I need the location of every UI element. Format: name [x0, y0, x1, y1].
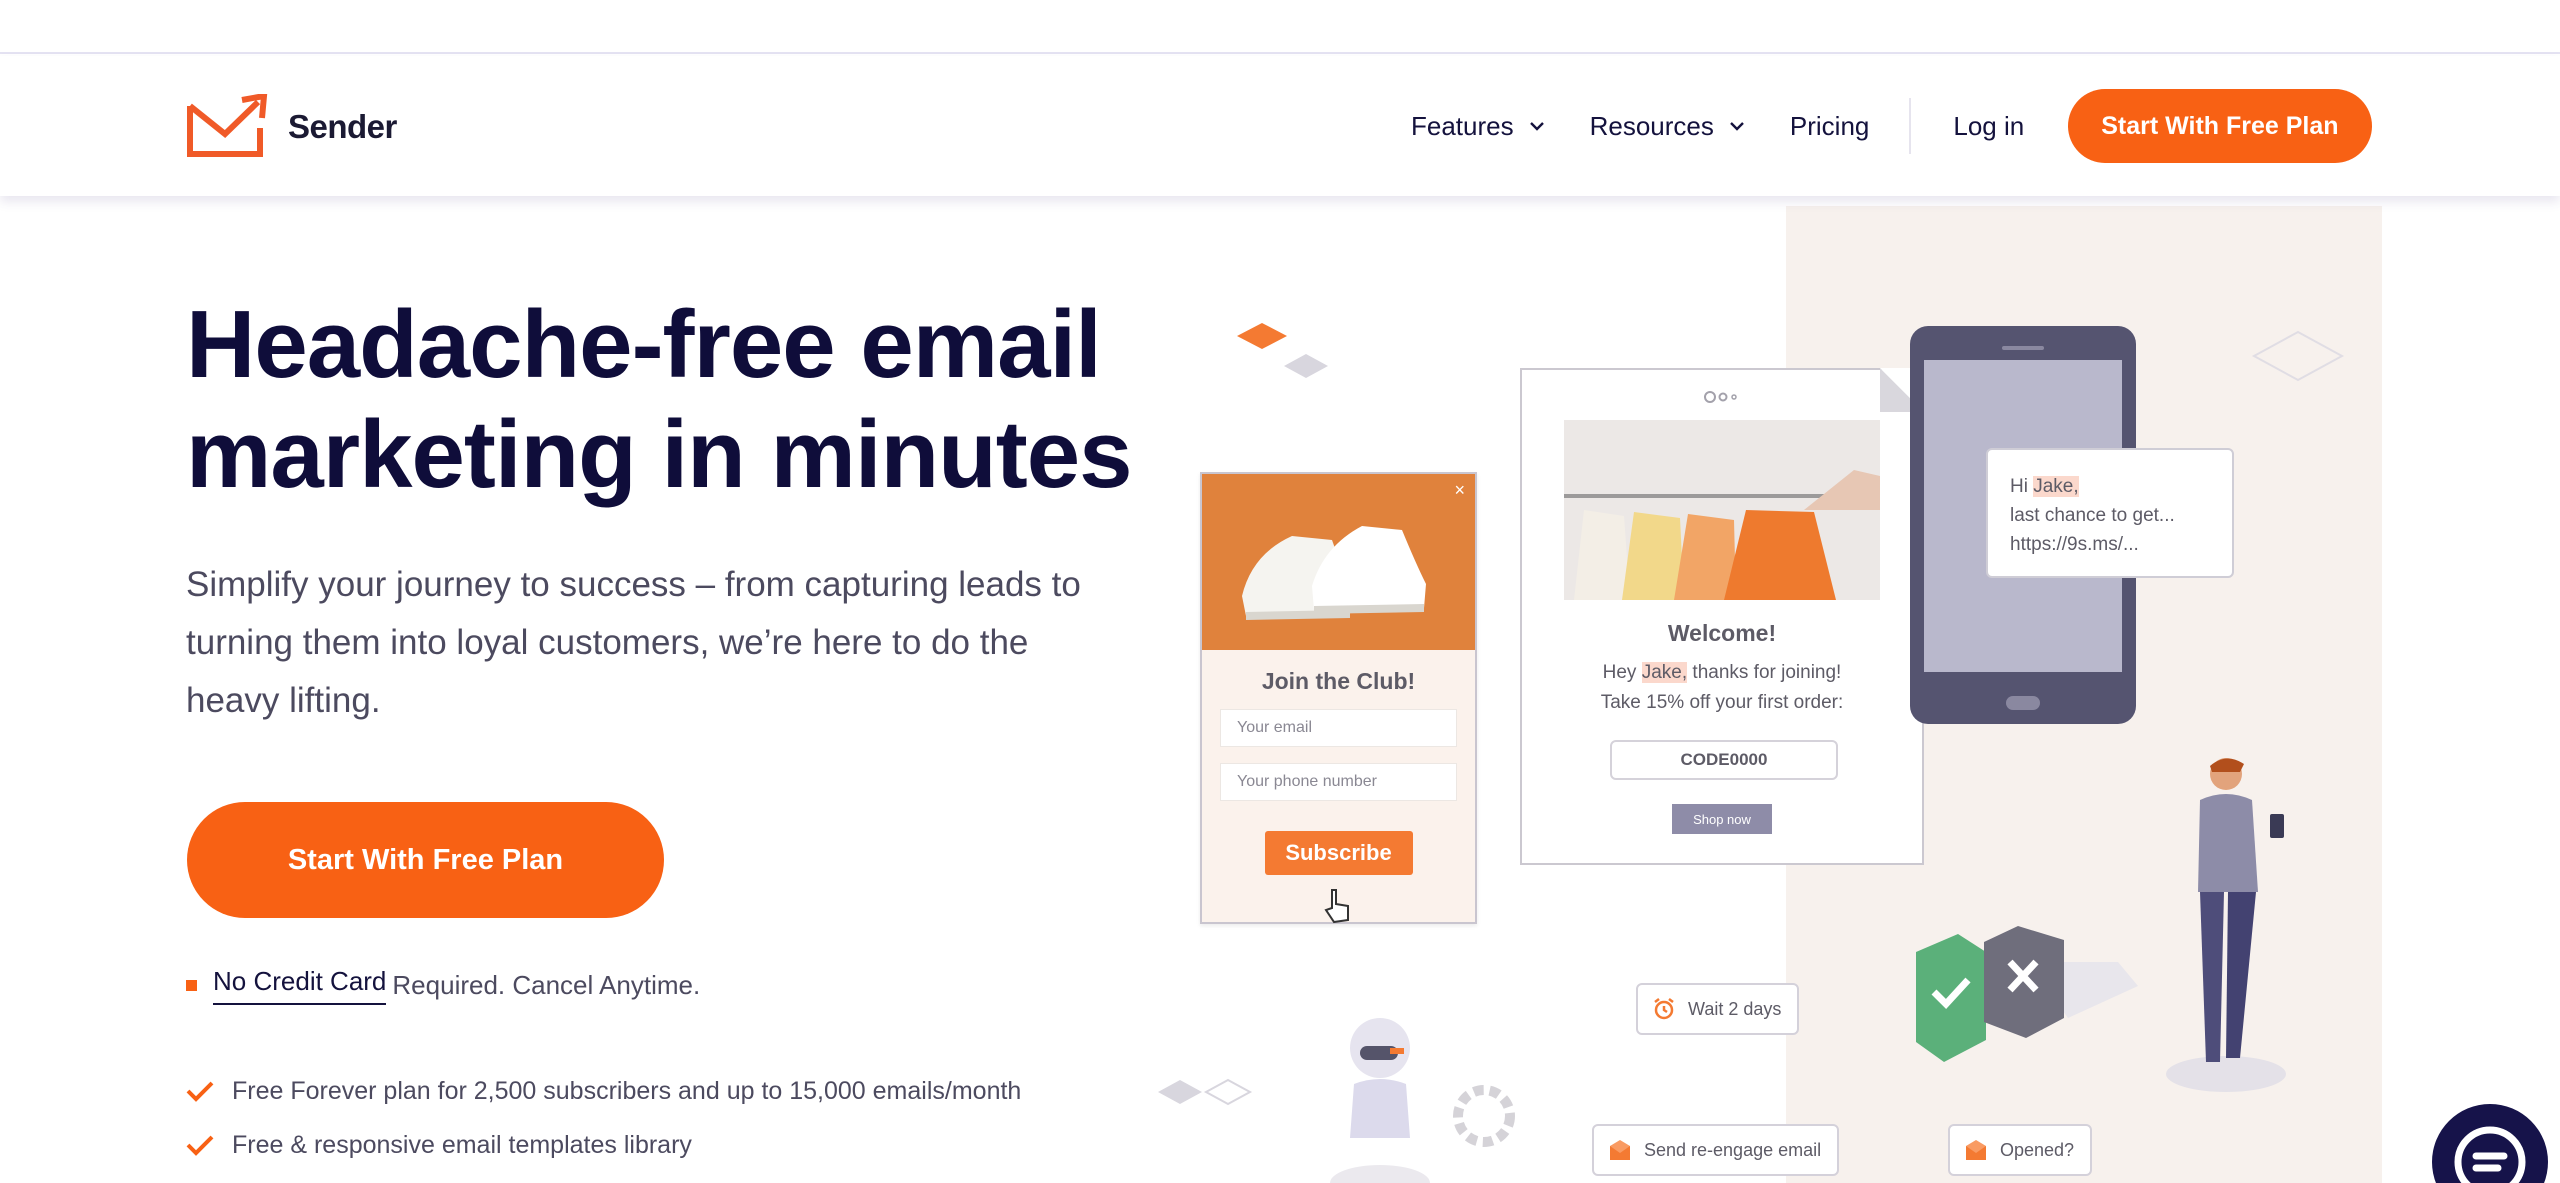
nav-divider [1909, 98, 1912, 154]
header-cta-button[interactable]: Start With Free Plan [2068, 89, 2372, 163]
opened-label: Opened? [2000, 1139, 2075, 1160]
wait-2-days-label: Wait 2 days [1688, 998, 1782, 1019]
hero-subtitle: Simplify your journey to success – from … [186, 565, 1081, 720]
no-credit-card-rest: Required. Cancel Anytime. [392, 970, 701, 1000]
decorative-diamonds-icon [1158, 1078, 1253, 1106]
nav-features[interactable]: Features [1411, 111, 1546, 142]
logo-text: Sender [288, 108, 397, 145]
hand-cursor-icon [1324, 889, 1349, 924]
chevron-down-icon [1529, 122, 1544, 131]
email-msg-hey: Hey [1602, 662, 1642, 683]
clothes-rack-image [1564, 420, 1880, 600]
alarm-clock-icon [1654, 998, 1674, 1020]
send-reengage-email-step: Send re-engage email [1592, 1124, 1840, 1176]
site-header: Sender Features Resources Pricing Log in… [0, 56, 2560, 196]
opened-step: Opened? [1948, 1124, 2093, 1176]
sms-name: Jake, [2033, 476, 2079, 497]
sneakers-icon [1242, 526, 1426, 620]
email-msg-line2: Take 15% off your first order: [1600, 692, 1844, 713]
chevron-down-icon [1730, 122, 1744, 131]
sms-hi: Hi [2010, 476, 2034, 497]
checkmark-icon [186, 1135, 214, 1156]
hero-title-line-2: marketing in minutes [186, 401, 1133, 508]
feature-item: Free & responsive email templates librar… [186, 1118, 1021, 1172]
popup-title: Join the Club! [1261, 668, 1416, 694]
nav-features-label: Features [1411, 110, 1514, 141]
email-message: Hey Jake, thanks for joining! Take 15% o… [1522, 658, 1922, 718]
signup-popup: × Join the Club! Your email Your phone n… [1200, 472, 1477, 924]
email-msg-rest: thanks for joining! [1687, 662, 1842, 683]
send-reengage-email-label: Send re-engage email [1644, 1139, 1822, 1160]
feature-text: Free Forever plan for 2,500 subscribers … [232, 1076, 1022, 1105]
decorative-diamonds-icon [1237, 323, 1328, 378]
chat-widget-button[interactable] [2432, 1104, 2548, 1183]
phone-speaker [2002, 346, 2044, 350]
main-nav: Features Resources Pricing Log in Start … [1411, 56, 2372, 196]
wait-2-days-step: Wait 2 days [1636, 983, 1800, 1035]
welcome-email-card: Welcome! Hey Jake, thanks for joining! T… [1520, 368, 1924, 865]
nav-pricing[interactable]: Pricing [1790, 111, 1869, 142]
feature-list: Free Forever plan for 2,500 subscribers … [186, 1064, 1021, 1172]
chat-bubble-icon [2454, 1126, 2526, 1183]
popup-subscribe-button[interactable]: Subscribe [1264, 831, 1413, 875]
hero-title: Headache-free email marketing in minutes [186, 290, 1146, 510]
sender-logo-icon [187, 94, 268, 157]
email-msg-name: Jake, [1641, 662, 1688, 683]
no-credit-card-link[interactable]: No Credit Card [213, 966, 387, 1005]
no-credit-card-note: No Credit Card Required. Cancel Anytime. [186, 966, 700, 1005]
decorative-diamond-outline-icon [2251, 330, 2345, 382]
sms-bubble: Hi Jake, last chance to get... https://9… [1986, 448, 2234, 578]
sneakers-image: × [1202, 474, 1475, 650]
checkmark-icon [186, 1081, 214, 1102]
sms-line-2: last chance to get... [2010, 505, 2175, 526]
robot-illustration-icon [1330, 1018, 1515, 1183]
login-link[interactable]: Log in [1953, 111, 2024, 142]
envelope-open-icon [1966, 1140, 1986, 1160]
hero-cta-button[interactable]: Start With Free Plan [187, 802, 664, 918]
logo[interactable]: Sender [186, 94, 397, 160]
feature-item: Free Forever plan for 2,500 subscribers … [186, 1064, 1021, 1118]
hero-title-line-1: Headache-free email [186, 291, 1102, 398]
check-and-cross-blocks-icon [1916, 926, 2138, 1062]
browser-top-strip [0, 0, 2560, 54]
clothes-rack-icon [1564, 470, 1880, 600]
popup-close-icon[interactable]: × [1454, 480, 1465, 501]
shop-now-button[interactable]: Shop now [1672, 804, 1772, 834]
popup-phone-field[interactable]: Your phone number [1220, 763, 1457, 801]
nav-pricing-label: Pricing [1789, 110, 1870, 141]
feature-text: Free & responsive email templates librar… [232, 1130, 692, 1159]
nav-resources[interactable]: Resources [1590, 111, 1746, 142]
phone-home-button [2006, 696, 2040, 710]
person-illustration-icon [2166, 758, 2286, 1092]
email-welcome-heading: Welcome! [1667, 620, 1777, 646]
coupon-code: CODE0000 [1610, 740, 1838, 780]
popup-email-field[interactable]: Your email [1220, 709, 1457, 747]
nav-resources-label: Resources [1589, 110, 1714, 141]
envelope-icon [1610, 1140, 1630, 1160]
bullet-square-icon [186, 980, 197, 991]
sms-link: https://9s.ms/... [2010, 534, 2139, 555]
email-dots-icon [1704, 391, 1737, 403]
